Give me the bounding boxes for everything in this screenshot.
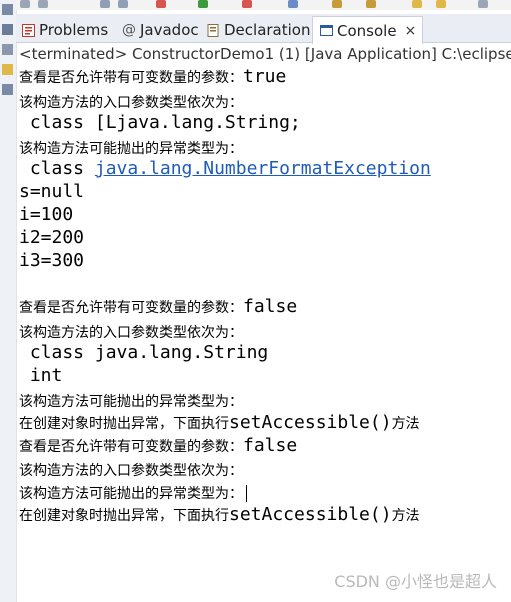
- console-value: true: [243, 66, 287, 87]
- exception-link[interactable]: java.lang.NumberFormatException: [95, 158, 431, 179]
- new-icon[interactable]: [20, 0, 30, 8]
- view-icon[interactable]: [2, 4, 13, 15]
- tab-problems[interactable]: Problems: [21, 18, 108, 42]
- search-icon[interactable]: [436, 0, 446, 8]
- text-cursor: [246, 485, 247, 502]
- tab-javadoc[interactable]: @ Javadoc: [122, 18, 199, 42]
- tab-label: Console: [337, 21, 397, 40]
- new-java-project-icon[interactable]: [288, 0, 298, 8]
- console-value: false: [243, 435, 298, 456]
- tab-label: Javadoc: [140, 21, 199, 39]
- console-line: 该构造方法的入口参数类型依次为：: [19, 95, 243, 111]
- console-line: 该构造方法的入口参数类型依次为：: [19, 463, 243, 479]
- navigate-icon[interactable]: [478, 0, 488, 8]
- debug-icon[interactable]: [156, 0, 166, 8]
- console-text: setAccessible(): [229, 504, 392, 525]
- tab-console[interactable]: Console ×: [312, 16, 424, 44]
- console-line: 查看是否允许带有可变数量的参数：false: [19, 435, 297, 456]
- console-line: 在创建对象时抛出异常，下面执行setAccessible()方法: [19, 412, 420, 433]
- console-text: 方法: [391, 508, 420, 524]
- console-output[interactable]: 查看是否允许带有可变数量的参数：true 该构造方法的入口参数类型依次为： cl…: [16, 66, 511, 602]
- main-toolbar: [16, 0, 511, 10]
- console-line: 查看是否允许带有可变数量的参数：false: [19, 296, 297, 317]
- console-status-line: <terminated> ConstructorDemo1 (1) [Java …: [19, 45, 511, 63]
- view-tab-bar: Problems @ Javadoc Declaration Console ×: [16, 14, 511, 44]
- console-line: class java.lang.NumberFormatException: [19, 158, 431, 179]
- console-line: class java.lang.String: [19, 342, 269, 363]
- javadoc-icon: @: [122, 22, 136, 38]
- console-line: s=null: [19, 181, 85, 202]
- declaration-icon: [206, 23, 220, 37]
- run-icon[interactable]: [198, 0, 208, 8]
- console-text: 该构造方法可能抛出的异常类型为：: [19, 486, 243, 502]
- view-icon[interactable]: [2, 84, 13, 95]
- console-value: false: [243, 296, 298, 317]
- tab-label: Problems: [39, 21, 109, 39]
- console-text: 查看是否允许带有可变数量的参数：: [19, 300, 243, 316]
- console-line: 查看是否允许带有可变数量的参数：true: [19, 66, 286, 87]
- console-text: 在创建对象时抛出异常，下面执行: [19, 416, 229, 432]
- console-line: i2=200: [19, 227, 85, 248]
- console-icon: [319, 24, 333, 38]
- console-line: int: [19, 365, 63, 386]
- console-text: setAccessible(): [229, 412, 392, 433]
- tab-declaration[interactable]: Declaration: [206, 18, 310, 42]
- folder-icon[interactable]: [2, 64, 13, 75]
- console-text: 查看是否允许带有可变数量的参数：: [19, 70, 243, 86]
- console-text: 在创建对象时抛出异常，下面执行: [19, 508, 229, 524]
- console-line: 该构造方法可能抛出的异常类型为：: [19, 483, 247, 503]
- tab-label: Declaration: [224, 21, 311, 39]
- new-package-icon[interactable]: [332, 0, 342, 8]
- perspective-sidebar: [0, 0, 17, 602]
- view-icon[interactable]: [2, 44, 13, 55]
- console-line: 该构造方法可能抛出的异常类型为：: [19, 394, 243, 410]
- open-type-icon[interactable]: [412, 0, 422, 8]
- console-line: i=100: [19, 204, 74, 225]
- console-text: class: [19, 158, 95, 179]
- console-line: 该构造方法可能抛出的异常类型为：: [19, 141, 243, 157]
- save-icon[interactable]: [100, 0, 110, 8]
- new-class-icon[interactable]: [366, 0, 376, 8]
- save-all-icon[interactable]: [118, 0, 128, 8]
- watermark: CSDN @小怪也是超人: [334, 572, 497, 591]
- console-line: class [Ljava.lang.String;: [19, 112, 301, 133]
- console-text: 查看是否允许带有可变数量的参数：: [19, 439, 243, 455]
- view-icon[interactable]: [2, 24, 13, 35]
- console-line: i3=300: [19, 250, 85, 271]
- console-text: 方法: [391, 416, 420, 432]
- console-line: 在创建对象时抛出异常，下面执行setAccessible()方法: [19, 504, 420, 525]
- menu-icon[interactable]: [38, 0, 48, 8]
- problems-icon: [21, 23, 35, 37]
- external-tools-icon[interactable]: [242, 0, 252, 8]
- close-icon[interactable]: ×: [405, 23, 417, 39]
- console-line: 该构造方法的入口参数类型依次为：: [19, 325, 243, 341]
